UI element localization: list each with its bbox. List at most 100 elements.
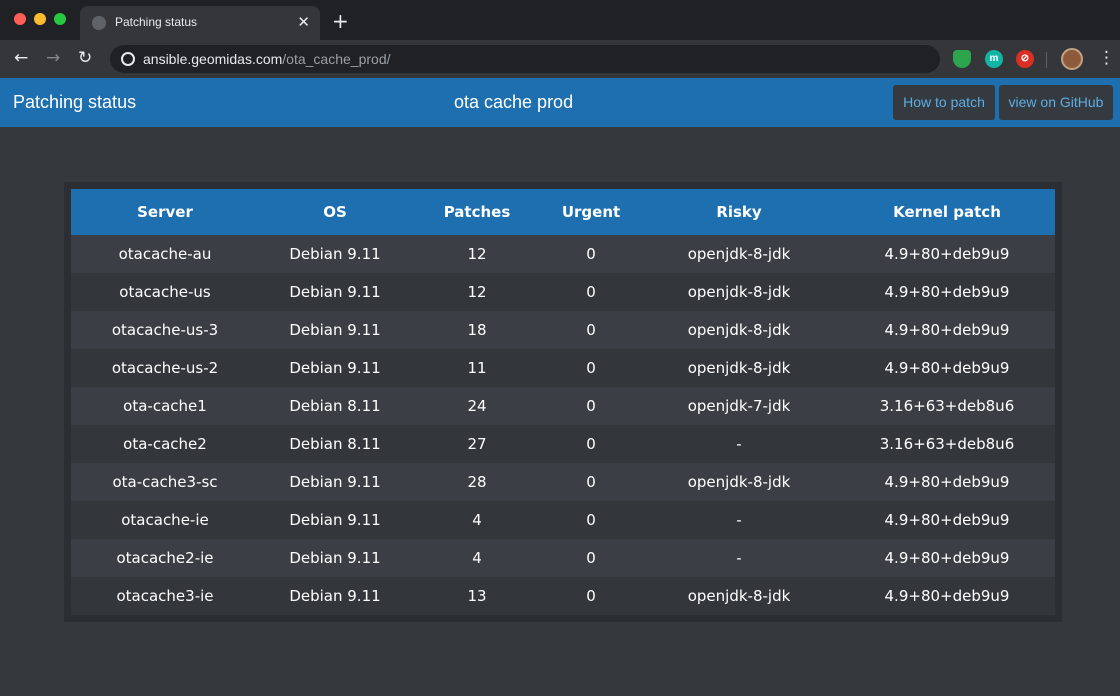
block-extension-icon[interactable]: ⊘ bbox=[1016, 50, 1034, 68]
profile-avatar[interactable] bbox=[1061, 48, 1083, 70]
urgent-cell: 0 bbox=[543, 387, 639, 425]
os-cell: Debian 9.11 bbox=[259, 349, 411, 387]
address-bar[interactable]: ansible.geomidas.com/ota_cache_prod/ bbox=[110, 45, 940, 73]
kernel-patch-cell: 4.9+80+deb9u9 bbox=[839, 311, 1055, 349]
os-cell: Debian 9.11 bbox=[259, 311, 411, 349]
table-row: otacache3-ie Debian 9.11 13 0 openjdk-8-jdk 4… bbox=[71, 577, 1055, 615]
urgent-cell: 0 bbox=[543, 273, 639, 311]
url-text: ansible.geomidas.com/ota_cache_prod/ bbox=[143, 51, 391, 67]
table-row: ota-cache3-sc Debian 9.11 28 0 openjdk-8-jdk… bbox=[71, 463, 1055, 501]
patches-cell: 28 bbox=[411, 463, 543, 501]
close-window-icon[interactable] bbox=[14, 13, 26, 25]
kernel-patch-cell: 4.9+80+deb9u9 bbox=[839, 539, 1055, 577]
url-host: ansible.geomidas.com bbox=[143, 51, 283, 67]
browser-toolbar: ← → ↻ ansible.geomidas.com/ota_cache_pro… bbox=[0, 40, 1120, 78]
page-title: Patching status bbox=[13, 92, 137, 112]
server-cell: otacache2-ie bbox=[71, 539, 259, 577]
server-cell: ota-cache3-sc bbox=[71, 463, 259, 501]
minimize-window-icon[interactable] bbox=[34, 13, 46, 25]
server-cell: otacache-us-3 bbox=[71, 311, 259, 349]
risky-cell: - bbox=[639, 539, 839, 577]
patches-cell: 12 bbox=[411, 235, 543, 273]
server-cell: otacache-au bbox=[71, 235, 259, 273]
server-cell: ota-cache2 bbox=[71, 425, 259, 463]
favicon-icon bbox=[92, 16, 106, 30]
urgent-cell: 0 bbox=[543, 311, 639, 349]
kernel-patch-cell: 4.9+80+deb9u9 bbox=[839, 501, 1055, 539]
column-header-risky: Risky bbox=[639, 189, 839, 235]
patches-cell: 27 bbox=[411, 425, 543, 463]
browser-tabstrip: Patching status ✕ + bbox=[0, 0, 1120, 40]
new-tab-icon[interactable]: + bbox=[332, 9, 349, 33]
kernel-patch-cell: 3.16+63+deb8u6 bbox=[839, 425, 1055, 463]
risky-cell: - bbox=[639, 425, 839, 463]
table-row: ota-cache1 Debian 8.11 24 0 openjdk-7-jdk 3.1… bbox=[71, 387, 1055, 425]
table-row: otacache-us-2 Debian 9.11 11 0 openjdk-8-jdk… bbox=[71, 349, 1055, 387]
kernel-patch-cell: 4.9+80+deb9u9 bbox=[839, 349, 1055, 387]
risky-cell: - bbox=[639, 501, 839, 539]
kernel-patch-cell: 4.9+80+deb9u9 bbox=[839, 577, 1055, 615]
page-subtitle: ota cache prod bbox=[454, 92, 574, 112]
patches-cell: 4 bbox=[411, 539, 543, 577]
os-cell: Debian 9.11 bbox=[259, 501, 411, 539]
table-row: ota-cache2 Debian 8.11 27 0-3.16+63+deb8u6 bbox=[71, 425, 1055, 463]
view-on-github-button[interactable]: view on GitHub bbox=[999, 85, 1113, 120]
risky-cell: openjdk-8-jdk bbox=[639, 273, 839, 311]
table-row: otacache2-ie Debian 9.11 4 0-4.9+80+deb9u9 bbox=[71, 539, 1055, 577]
os-cell: Debian 9.11 bbox=[259, 235, 411, 273]
column-header-os: OS bbox=[259, 189, 411, 235]
how-to-patch-button[interactable]: How to patch bbox=[893, 85, 995, 120]
browser-menu-icon[interactable]: ⋮ bbox=[1098, 48, 1115, 68]
os-cell: Debian 9.11 bbox=[259, 463, 411, 501]
os-cell: Debian 8.11 bbox=[259, 387, 411, 425]
risky-cell: openjdk-7-jdk bbox=[639, 387, 839, 425]
column-header-server: Server bbox=[71, 189, 259, 235]
server-cell: otacache-us bbox=[71, 273, 259, 311]
os-cell: Debian 9.11 bbox=[259, 577, 411, 615]
m-extension-icon[interactable]: m bbox=[985, 50, 1003, 68]
risky-cell: openjdk-8-jdk bbox=[639, 311, 839, 349]
urgent-cell: 0 bbox=[543, 577, 639, 615]
column-header-patches: Patches bbox=[411, 189, 543, 235]
tab-close-icon[interactable]: ✕ bbox=[297, 13, 310, 31]
column-header-urgent: Urgent bbox=[543, 189, 639, 235]
patches-cell: 13 bbox=[411, 577, 543, 615]
kernel-patch-cell: 3.16+63+deb8u6 bbox=[839, 387, 1055, 425]
reload-icon[interactable]: ↻ bbox=[78, 48, 92, 68]
table-row: otacache-us-3 Debian 9.11 18 0 openjdk-8-jdk… bbox=[71, 311, 1055, 349]
urgent-cell: 0 bbox=[543, 539, 639, 577]
os-cell: Debian 8.11 bbox=[259, 425, 411, 463]
toolbar-divider bbox=[1046, 52, 1047, 68]
patches-cell: 11 bbox=[411, 349, 543, 387]
risky-cell: openjdk-8-jdk bbox=[639, 235, 839, 273]
os-cell: Debian 9.11 bbox=[259, 539, 411, 577]
patches-cell: 4 bbox=[411, 501, 543, 539]
kernel-patch-cell: 4.9+80+deb9u9 bbox=[839, 273, 1055, 311]
server-cell: ota-cache1 bbox=[71, 387, 259, 425]
patches-cell: 24 bbox=[411, 387, 543, 425]
forward-arrow-icon[interactable]: → bbox=[46, 48, 60, 68]
back-arrow-icon[interactable]: ← bbox=[14, 48, 28, 68]
server-cell: otacache-us-2 bbox=[71, 349, 259, 387]
os-cell: Debian 9.11 bbox=[259, 273, 411, 311]
table-row: otacache-au Debian 9.11 12 0 openjdk-8-jdk 4.… bbox=[71, 235, 1055, 273]
risky-cell: openjdk-8-jdk bbox=[639, 463, 839, 501]
column-header-kernel-patch: Kernel patch bbox=[839, 189, 1055, 235]
kernel-patch-cell: 4.9+80+deb9u9 bbox=[839, 463, 1055, 501]
urgent-cell: 0 bbox=[543, 235, 639, 273]
urgent-cell: 0 bbox=[543, 349, 639, 387]
server-cell: otacache3-ie bbox=[71, 577, 259, 615]
maximize-window-icon[interactable] bbox=[54, 13, 66, 25]
patches-cell: 12 bbox=[411, 273, 543, 311]
risky-cell: openjdk-8-jdk bbox=[639, 577, 839, 615]
app-header: Patching status ota cache prod How to pa… bbox=[0, 78, 1120, 127]
table-row: otacache-ie Debian 9.11 4 0-4.9+80+deb9u9 bbox=[71, 501, 1055, 539]
server-cell: otacache-ie bbox=[71, 501, 259, 539]
browser-tab[interactable]: Patching status ✕ bbox=[80, 6, 320, 40]
urgent-cell: 0 bbox=[543, 425, 639, 463]
table-header-row: Server OS Patches Urgent Risky Kernel pa… bbox=[71, 189, 1055, 235]
urgent-cell: 0 bbox=[543, 501, 639, 539]
shield-extension-icon[interactable] bbox=[953, 50, 971, 68]
table-row: otacache-us Debian 9.11 12 0 openjdk-8-jdk 4.… bbox=[71, 273, 1055, 311]
patching-table: Server OS Patches Urgent Risky Kernel pa… bbox=[71, 189, 1055, 615]
